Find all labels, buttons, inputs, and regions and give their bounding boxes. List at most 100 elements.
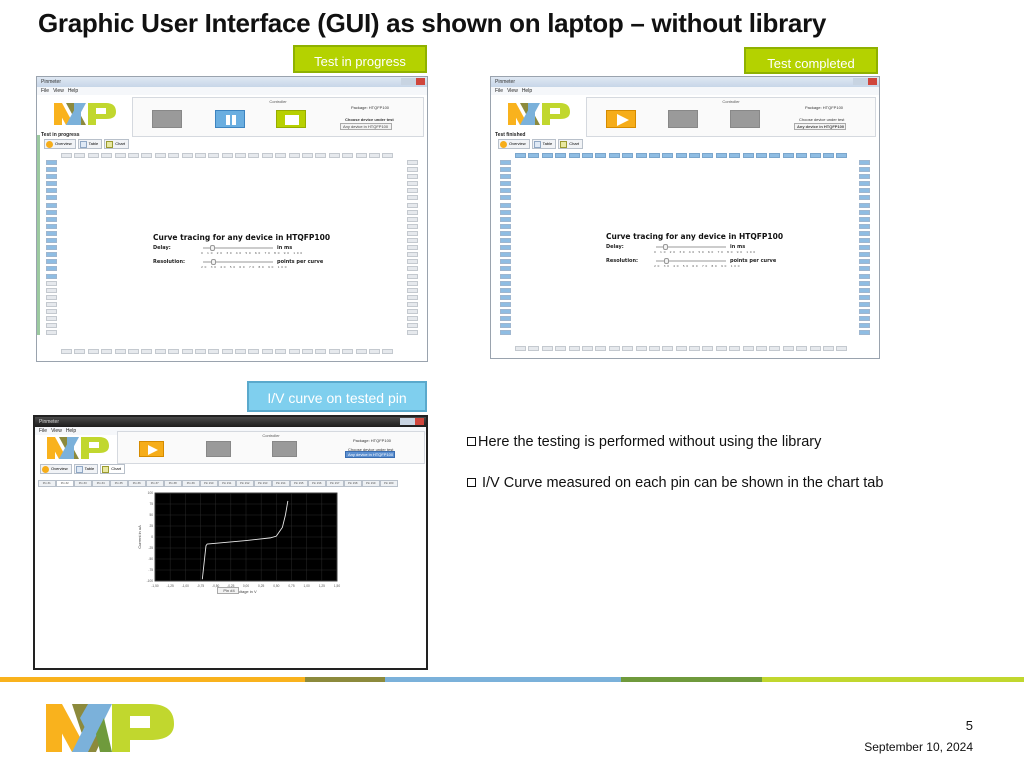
pin-cell[interactable]	[46, 266, 57, 272]
device-select[interactable]: Any device in HTQFP100	[340, 123, 392, 130]
pin-cell[interactable]	[859, 266, 870, 272]
pin-tab[interactable]: Pin #20	[380, 480, 398, 487]
pin-cell[interactable]	[568, 346, 580, 351]
pin-cell[interactable]	[500, 209, 511, 215]
pin-cell[interactable]	[407, 259, 418, 265]
close-icon[interactable]	[416, 78, 425, 85]
pin-cell[interactable]	[500, 280, 511, 286]
pin-cell[interactable]	[822, 153, 834, 158]
pin-cell[interactable]	[729, 346, 741, 351]
pin-cell[interactable]	[261, 349, 273, 354]
pin-cell[interactable]	[407, 181, 418, 187]
pin-cell[interactable]	[46, 174, 57, 180]
pin-cell[interactable]	[859, 323, 870, 329]
pin-cell[interactable]	[355, 153, 367, 158]
pin-cell[interactable]	[407, 230, 418, 236]
pin-cell[interactable]	[407, 273, 418, 279]
pin-cell[interactable]	[500, 273, 511, 279]
tab-overview[interactable]: Overview	[498, 139, 530, 149]
pin-cell[interactable]	[769, 346, 781, 351]
pin-cell[interactable]	[407, 245, 418, 251]
pin-cell[interactable]	[407, 252, 418, 258]
start-button-disabled[interactable]	[152, 110, 182, 128]
pin-cell[interactable]	[46, 330, 57, 336]
menu-file[interactable]: File	[39, 428, 47, 434]
pin-cell[interactable]	[46, 238, 57, 244]
pin-cell[interactable]	[635, 346, 647, 351]
pin-tab[interactable]: Pin #8	[164, 480, 182, 487]
pin-cell[interactable]	[859, 316, 870, 322]
pin-cell[interactable]	[315, 153, 327, 158]
pin-cell[interactable]	[541, 346, 553, 351]
pin-cell[interactable]	[859, 287, 870, 293]
menu-help[interactable]: Help	[522, 88, 532, 94]
pin-cell[interactable]	[500, 230, 511, 236]
menu-file[interactable]: File	[495, 88, 503, 94]
pin-cell[interactable]	[342, 153, 354, 158]
pin-tab[interactable]: Pin #15	[290, 480, 308, 487]
pin-cell[interactable]	[689, 346, 701, 351]
pin-cell[interactable]	[46, 252, 57, 258]
pin-cell[interactable]	[500, 323, 511, 329]
pin-cell[interactable]	[836, 153, 848, 158]
pin-cell[interactable]	[46, 188, 57, 194]
tab-table[interactable]: Table	[77, 139, 103, 149]
pin-cell[interactable]	[836, 346, 848, 351]
pin-cell[interactable]	[46, 280, 57, 286]
pin-cell[interactable]	[46, 216, 57, 222]
pin-cell[interactable]	[168, 153, 180, 158]
pin-cell[interactable]	[859, 181, 870, 187]
pin-cell[interactable]	[194, 349, 206, 354]
pin-cell[interactable]	[46, 167, 57, 173]
pin-cell[interactable]	[61, 349, 72, 354]
pin-cell[interactable]	[407, 209, 418, 215]
pin-cell[interactable]	[675, 346, 687, 351]
pin-cell[interactable]	[407, 294, 418, 300]
pin-cell[interactable]	[46, 259, 57, 265]
close-icon[interactable]	[415, 418, 424, 425]
stop-button-disabled[interactable]	[272, 441, 297, 457]
pin-cell[interactable]	[248, 153, 260, 158]
tab-chart[interactable]: Chart	[104, 139, 130, 149]
pin-cell[interactable]	[500, 223, 511, 229]
pin-cell[interactable]	[261, 153, 273, 158]
resolution-slider[interactable]	[656, 258, 726, 264]
pin-cell[interactable]	[859, 174, 870, 180]
window-controls[interactable]	[400, 418, 424, 425]
pin-tab[interactable]: Pin #14	[272, 480, 290, 487]
pin-cell[interactable]	[581, 346, 593, 351]
pin-tab[interactable]: Pin #18	[344, 480, 362, 487]
pin-cell[interactable]	[500, 294, 511, 300]
pin-selector[interactable]: Pin #4	[217, 587, 239, 594]
pin-cell[interactable]	[181, 349, 193, 354]
pin-cell[interactable]	[622, 346, 634, 351]
pin-cell[interactable]	[46, 209, 57, 215]
pin-cell[interactable]	[500, 252, 511, 258]
window-controls[interactable]	[853, 78, 877, 85]
delay-slider[interactable]	[203, 245, 273, 251]
pin-cell[interactable]	[859, 301, 870, 307]
pin-tab[interactable]: Pin #11	[218, 480, 236, 487]
pin-cell[interactable]	[407, 195, 418, 201]
pin-cell[interactable]	[74, 349, 86, 354]
menu-view[interactable]: View	[51, 428, 62, 434]
pin-cell[interactable]	[127, 349, 139, 354]
pin-cell[interactable]	[500, 238, 511, 244]
pin-cell[interactable]	[500, 181, 511, 187]
pin-cell[interactable]	[809, 346, 821, 351]
pin-cell[interactable]	[782, 153, 794, 158]
tab-table[interactable]: Table	[73, 464, 99, 474]
pin-cell[interactable]	[235, 349, 247, 354]
pin-cell[interactable]	[500, 266, 511, 272]
pin-cell[interactable]	[407, 287, 418, 293]
pin-cell[interactable]	[407, 330, 418, 336]
pin-cell[interactable]	[368, 153, 380, 158]
pin-cell[interactable]	[859, 230, 870, 236]
pin-cell[interactable]	[168, 349, 180, 354]
pin-cell[interactable]	[500, 308, 511, 314]
pin-cell[interactable]	[500, 167, 511, 173]
pin-cell[interactable]	[194, 153, 206, 158]
tab-overview[interactable]: Overview	[44, 139, 76, 149]
pin-cell[interactable]	[635, 153, 647, 158]
pin-cell[interactable]	[782, 346, 794, 351]
